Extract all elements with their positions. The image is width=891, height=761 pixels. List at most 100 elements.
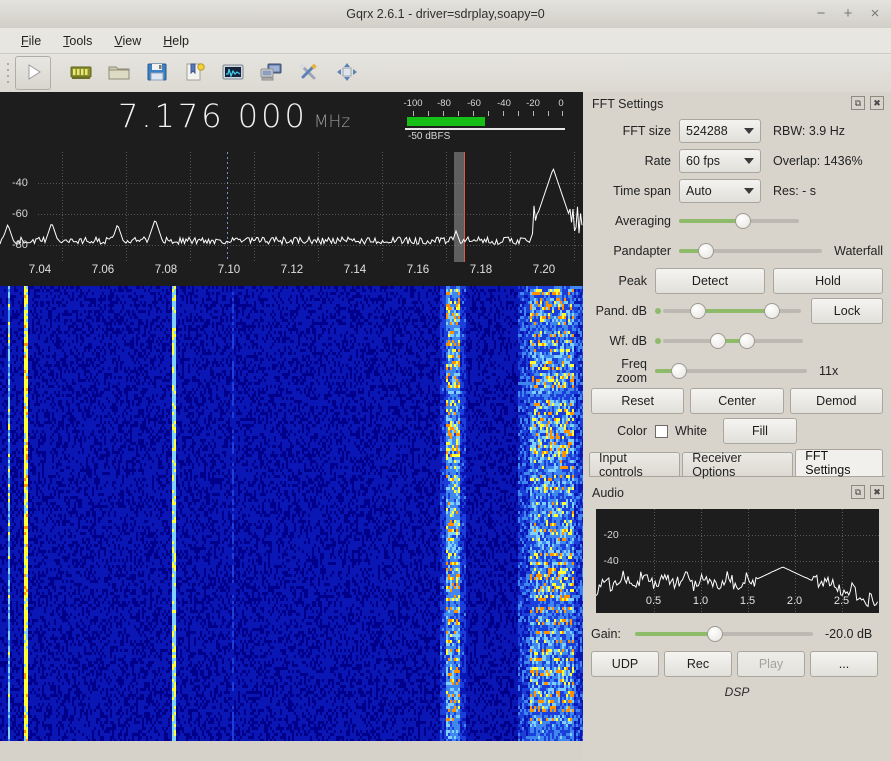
frequency-display[interactable]: 7.176 000 MHz -100 -80 -60 -40 -20 0 -50… bbox=[0, 92, 583, 152]
tab-input-controls[interactable]: Input controls bbox=[589, 452, 680, 476]
iq-recorder-button[interactable] bbox=[216, 57, 250, 89]
pand-db-fill bbox=[698, 309, 773, 313]
audio-x-label-4: 2.5 bbox=[834, 595, 849, 607]
demod-button[interactable]: Demod bbox=[790, 388, 883, 414]
fullscreen-button[interactable] bbox=[330, 57, 364, 89]
close-icon[interactable]: ✖ bbox=[870, 96, 884, 110]
signal-meter-baseline bbox=[405, 128, 565, 130]
frequency-value[interactable]: 7.176 000 MHz bbox=[118, 97, 350, 135]
audio-x-label-1: 1.0 bbox=[693, 595, 708, 607]
spectrum-area[interactable]: 7.176 000 MHz -100 -80 -60 -40 -20 0 -50… bbox=[0, 92, 583, 286]
peak-detect-button[interactable]: Detect bbox=[655, 268, 765, 294]
start-dsp-button[interactable] bbox=[15, 56, 51, 90]
audio-x-label-2: 1.5 bbox=[740, 595, 755, 607]
averaging-slider[interactable] bbox=[679, 210, 799, 232]
bookmarks-button[interactable] bbox=[178, 57, 212, 89]
undock-icon[interactable]: ⧉ bbox=[851, 96, 865, 110]
remote-control-button[interactable] bbox=[254, 57, 288, 89]
frequency-minor-digits: 000 bbox=[238, 97, 308, 135]
freq-zoom-slider[interactable] bbox=[655, 360, 807, 382]
fill-button[interactable]: Fill bbox=[723, 418, 797, 444]
pand-db-high-knob[interactable] bbox=[764, 303, 780, 319]
meter-tick-3: -40 bbox=[497, 98, 511, 109]
spectrum-x-label-3: 7.10 bbox=[218, 264, 240, 276]
frequency-major: 7.176 bbox=[118, 97, 225, 135]
gqrx-application-window: Gqrx 2.6.1 - driver=sdrplay,soapy=0 − + … bbox=[0, 0, 891, 761]
menu-bar: File Tools View Help bbox=[0, 28, 891, 54]
hardware-config-button[interactable] bbox=[64, 57, 98, 89]
lock-button[interactable]: Lock bbox=[811, 298, 883, 324]
time-span-select-wrap[interactable]: Auto bbox=[679, 179, 761, 203]
pandapter-slider[interactable] bbox=[679, 240, 822, 262]
wf-db-range-slider[interactable] bbox=[655, 330, 803, 352]
color-row: Color White Fill bbox=[583, 416, 891, 446]
toolbar-grip[interactable] bbox=[3, 58, 13, 88]
signal-meter-ticks bbox=[405, 111, 565, 116]
wf-db-high-knob[interactable] bbox=[739, 333, 755, 349]
menu-view[interactable]: View bbox=[103, 31, 152, 51]
fft-size-select[interactable]: 524288 bbox=[679, 119, 761, 143]
frequency-unit: MHz bbox=[314, 112, 350, 132]
meter-tick-4: -20 bbox=[526, 98, 540, 109]
wf-db-row: Wf. dB bbox=[583, 326, 891, 356]
rate-select[interactable]: 60 fps bbox=[679, 149, 761, 173]
fft-size-label: FFT size bbox=[591, 124, 679, 138]
waterfall-display[interactable] bbox=[0, 286, 583, 741]
signal-meter-label: -50 dBFS bbox=[408, 131, 450, 142]
rate-select-wrap[interactable]: 60 fps bbox=[679, 149, 761, 173]
waveform-monitor-icon bbox=[221, 62, 245, 85]
tab-receiver-options[interactable]: Receiver Options bbox=[682, 452, 793, 476]
rbw-value: RBW: 3.9 Hz bbox=[773, 124, 845, 138]
configure-button[interactable] bbox=[292, 57, 326, 89]
fft-size-select-wrap[interactable]: 524288 bbox=[679, 119, 761, 143]
bookmark-icon bbox=[184, 62, 206, 85]
rec-button[interactable]: Rec bbox=[664, 651, 732, 677]
audio-panel-title: Audio bbox=[592, 486, 624, 500]
menu-tools[interactable]: Tools bbox=[52, 31, 103, 51]
center-button[interactable]: Center bbox=[690, 388, 783, 414]
pand-db-label: Pand. dB bbox=[591, 304, 655, 318]
tab-fft-settings[interactable]: FFT Settings bbox=[795, 449, 883, 476]
load-settings-button[interactable] bbox=[102, 57, 136, 89]
menu-file[interactable]: File bbox=[10, 31, 52, 51]
averaging-row: Averaging bbox=[583, 206, 891, 236]
undock-icon[interactable]: ⧉ bbox=[851, 485, 865, 499]
close-icon[interactable]: × bbox=[867, 6, 883, 22]
meter-tick-2: -60 bbox=[467, 98, 481, 109]
close-icon[interactable]: ✖ bbox=[870, 485, 884, 499]
move-arrows-icon bbox=[336, 62, 358, 85]
waterfall-canvas bbox=[0, 286, 583, 741]
maximize-icon[interactable]: + bbox=[840, 6, 856, 22]
audio-x-label-3: 2.0 bbox=[787, 595, 802, 607]
pand-db-range-slider[interactable] bbox=[655, 300, 801, 322]
folder-icon bbox=[107, 62, 131, 85]
peak-hold-button[interactable]: Hold bbox=[773, 268, 883, 294]
freq-zoom-knob[interactable] bbox=[671, 363, 687, 379]
rate-row: Rate 60 fps Overlap: 1436% bbox=[583, 146, 891, 176]
minimize-icon[interactable]: − bbox=[813, 6, 829, 22]
pandapter-slider-knob[interactable] bbox=[698, 243, 714, 259]
fft-panel-header: FFT Settings ⧉ ✖ bbox=[583, 92, 891, 116]
meter-tick-0: -100 bbox=[403, 98, 422, 109]
pand-db-low-knob[interactable] bbox=[690, 303, 706, 319]
gain-slider-knob[interactable] bbox=[707, 626, 723, 642]
menu-help-mnemonic: H bbox=[163, 34, 172, 48]
waterfall-label: Waterfall bbox=[834, 244, 883, 258]
floppy-disk-icon bbox=[146, 62, 168, 85]
save-settings-button[interactable] bbox=[140, 57, 174, 89]
play-button: Play bbox=[737, 651, 805, 677]
gain-slider[interactable] bbox=[635, 623, 813, 645]
white-checkbox[interactable] bbox=[655, 425, 668, 438]
udp-button[interactable]: UDP bbox=[591, 651, 659, 677]
spectrum-y-label-0: -40 bbox=[12, 177, 28, 189]
freq-zoom-label: Freq zoom bbox=[591, 357, 655, 385]
wf-db-low-knob[interactable] bbox=[710, 333, 726, 349]
menu-help[interactable]: Help bbox=[152, 31, 200, 51]
more-options-button[interactable]: ... bbox=[810, 651, 878, 677]
averaging-slider-knob[interactable] bbox=[735, 213, 751, 229]
audio-panel-header-icons: ⧉ ✖ bbox=[851, 485, 884, 499]
time-span-select[interactable]: Auto bbox=[679, 179, 761, 203]
spectrum-plot[interactable]: -40 -60 -80 7.04 7.06 7.08 7.10 7.12 7.1… bbox=[0, 152, 583, 286]
reset-button[interactable]: Reset bbox=[591, 388, 684, 414]
menu-view-rest: iew bbox=[122, 34, 141, 48]
